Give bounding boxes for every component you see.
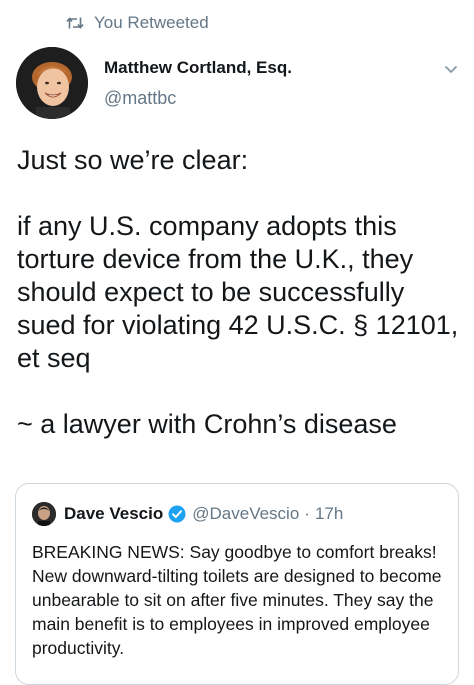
quoted-tweet-text: BREAKING NEWS: Say goodbye to comfort br…	[32, 542, 442, 658]
social-context-label: You Retweeted	[94, 13, 209, 32]
social-context: You Retweeted	[66, 12, 209, 34]
author-avatar[interactable]	[16, 47, 88, 119]
author-name[interactable]: Matthew Cortland, Esq.	[104, 58, 292, 78]
quoted-author-avatar	[32, 502, 56, 526]
author-info: Matthew Cortland, Esq. @mattbc	[104, 58, 292, 108]
chevron-down-icon[interactable]	[442, 60, 460, 78]
author-handle[interactable]: @mattbc	[104, 88, 292, 108]
quoted-tweet[interactable]: Dave Vescio @DaveVescio · 17h BREAKING N…	[15, 483, 459, 685]
tweet-line-intro: Just so we’re clear:	[17, 145, 249, 175]
quoted-tweet-header: Dave Vescio @DaveVescio · 17h	[32, 502, 343, 526]
retweet-icon	[66, 16, 84, 30]
tweet-line-body: if any U.S. company adopts this torture …	[17, 211, 459, 373]
tweet-line-signoff: ~ a lawyer with Crohn’s disease	[17, 409, 397, 439]
quoted-timestamp[interactable]: 17h	[315, 504, 343, 524]
verified-badge-icon	[168, 505, 186, 523]
meta-separator: ·	[304, 504, 310, 523]
tweet-text: Just so we’re clear: if any U.S. company…	[17, 144, 462, 441]
quoted-author-name[interactable]: Dave Vescio	[64, 504, 163, 524]
quoted-author-handle: @DaveVescio	[192, 504, 300, 523]
